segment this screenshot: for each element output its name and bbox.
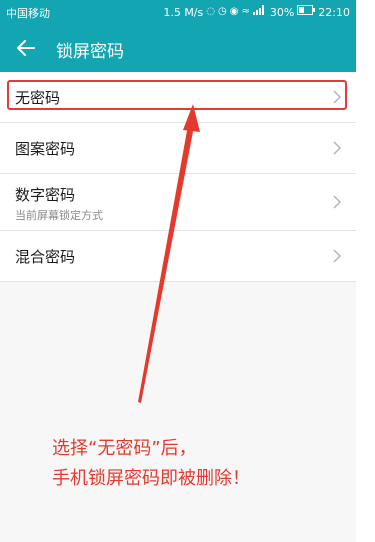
signal-icon xyxy=(252,5,267,19)
annotation-line-2: 手机锁屏密码即被删除！ xyxy=(52,468,250,489)
battery-percent: 30% xyxy=(269,5,295,19)
back-button[interactable] xyxy=(14,36,38,60)
eye-icon: ◉ xyxy=(229,6,239,17)
highlight-box xyxy=(7,80,347,110)
option-label: 数字密码 xyxy=(15,186,76,204)
alarm-icon: ◷ xyxy=(217,6,227,17)
phone-screen: 中国移动 1.5 M/s ◌ ◷ ◉ ≈ 30% 22:10 锁屏密码 无密码 xyxy=(0,0,356,542)
carrier-label: 中国移动 xyxy=(6,7,50,20)
arrow-left-icon xyxy=(17,40,35,56)
current-method-note: 当前屏幕锁定方式 xyxy=(15,209,103,222)
clock: 22:10 xyxy=(318,5,350,19)
chevron-right-icon xyxy=(333,249,342,263)
page-title: 锁屏密码 xyxy=(56,42,124,62)
option-mixed[interactable]: 混合密码 xyxy=(0,231,356,282)
wifi-icon: ≈ xyxy=(241,6,250,17)
option-pattern[interactable]: 图案密码 xyxy=(0,123,356,174)
app-bar: 锁屏密码 xyxy=(0,24,356,72)
battery-icon xyxy=(297,5,316,19)
option-pin[interactable]: 数字密码 当前屏幕锁定方式 xyxy=(0,174,356,231)
headset-icon: ◌ xyxy=(206,6,215,17)
network-speed: 1.5 M/s xyxy=(163,5,204,19)
option-label: 图案密码 xyxy=(15,140,76,158)
status-right: 1.5 M/s ◌ ◷ ◉ ≈ 30% 22:10 xyxy=(163,5,350,19)
chevron-right-icon xyxy=(333,141,342,155)
annotation-text: 选择“无密码”后， 手机锁屏密码即被删除！ xyxy=(52,434,352,494)
status-bar: 中国移动 1.5 M/s ◌ ◷ ◉ ≈ 30% 22:10 xyxy=(0,0,356,24)
page-margin xyxy=(356,0,375,542)
option-label: 混合密码 xyxy=(15,248,76,266)
annotation-line-1: 选择“无密码”后， xyxy=(52,438,197,459)
chevron-right-icon xyxy=(333,195,342,209)
